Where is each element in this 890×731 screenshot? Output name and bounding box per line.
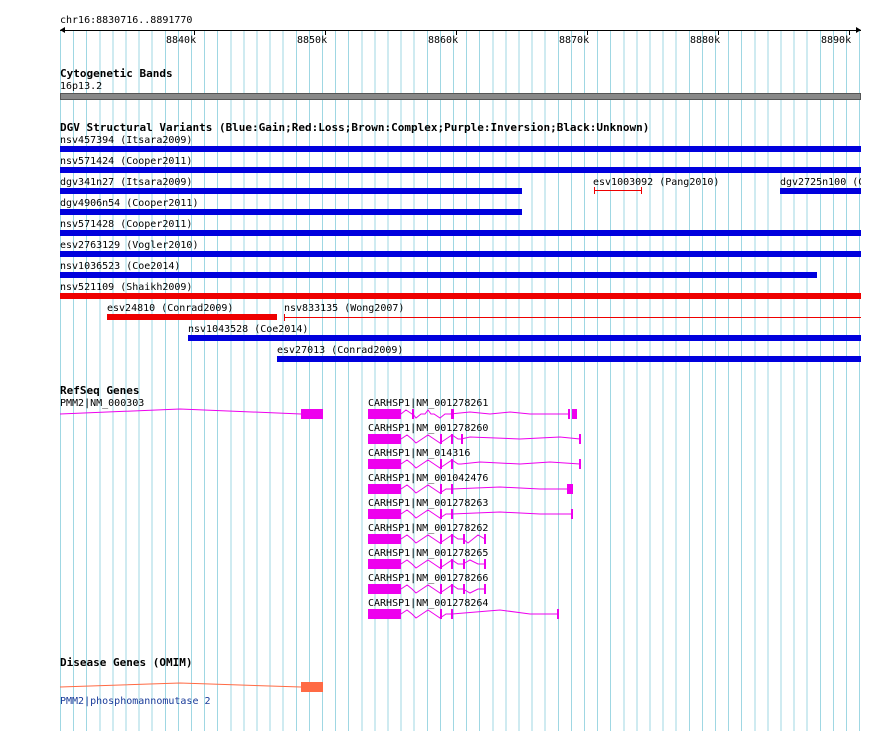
disease-track-title: Disease Genes (OMIM) xyxy=(60,656,193,669)
gene-models xyxy=(59,408,581,692)
gene-model-carhsp1-nm001278260[interactable] xyxy=(368,434,581,444)
gene-model-carhsp1-nm001278265[interactable] xyxy=(368,559,486,569)
gene-model-carhsp1-nm001278264[interactable] xyxy=(368,609,559,619)
gene-model-carhsp1-nm001278261[interactable] xyxy=(368,409,577,419)
gene-model-carhsp1-nm014316[interactable] xyxy=(368,459,581,469)
gene-model-carhsp1-nm001278262[interactable] xyxy=(368,534,486,544)
gene-model-carhsp1-nm001042476[interactable] xyxy=(368,484,573,494)
gene-model-pmm2[interactable] xyxy=(59,408,323,419)
disease-gene-model-pmm2[interactable] xyxy=(59,682,323,692)
gene-model-carhsp1-nm001278266[interactable] xyxy=(368,584,486,594)
gene-model-carhsp1-nm001278263[interactable] xyxy=(368,509,573,519)
disease-gene-label[interactable]: PMM2|phosphomannomutase 2 xyxy=(60,696,211,707)
